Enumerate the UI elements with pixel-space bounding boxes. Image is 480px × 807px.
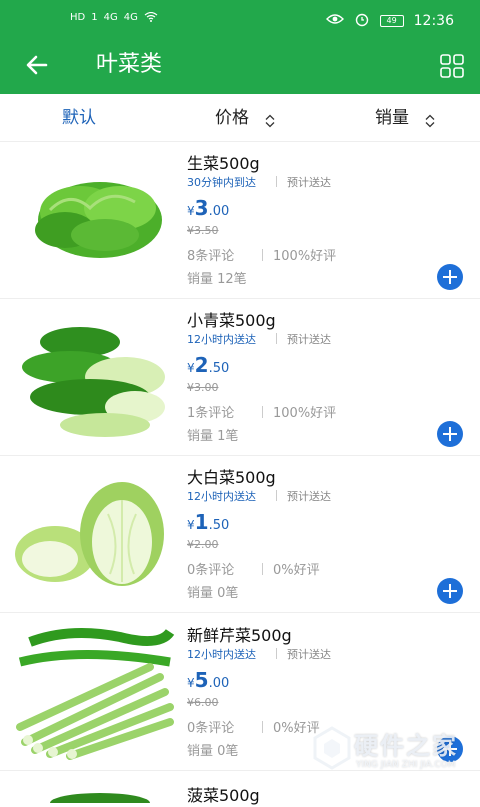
review-count: 0条评论 — [187, 563, 235, 578]
product-price: ¥5.00 — [187, 668, 229, 692]
delivery-note: 预计送达 — [276, 174, 331, 190]
watermark-text: 硬件之家 — [354, 732, 458, 760]
sort-arrows-icon — [264, 111, 276, 128]
price-symbol: ¥ — [187, 676, 195, 690]
status-right: 49 12:36 — [325, 11, 454, 31]
delivery-time: 12小时内送达 — [187, 648, 256, 661]
price-symbol: ¥ — [187, 518, 195, 532]
alarm-icon — [354, 11, 370, 31]
product-image-celery — [10, 622, 175, 762]
price-symbol: ¥ — [187, 361, 195, 375]
sort-tab-price[interactable]: 价格 — [215, 106, 276, 130]
price-decimal: .50 — [208, 518, 230, 533]
product-price: ¥2.50 — [187, 353, 229, 377]
hd-indicator: HD — [70, 12, 86, 23]
original-price: ¥3.50 — [187, 224, 219, 237]
add-to-cart-button[interactable] — [437, 421, 463, 447]
delivery-note: 预计送达 — [276, 488, 331, 504]
watermark: 硬件之家 YING JIAN ZHI JIA.COM — [308, 720, 478, 794]
delivery-time: 12小时内送达 — [187, 490, 256, 503]
delivery-time: 12小时内送达 — [187, 333, 256, 346]
original-price: ¥6.00 — [187, 696, 219, 709]
product-name: 菠菜500g — [187, 786, 260, 805]
watermark-subtext: YING JIAN ZHI JIA.COM — [356, 760, 456, 770]
product-item[interactable]: 大白菜500g 12小时内送达 预计送达 ¥1.50 ¥2.00 0条评论 0%… — [0, 456, 480, 613]
sort-tab-label: 默认 — [62, 108, 96, 128]
page-title: 叶菜类 — [96, 52, 163, 77]
product-image-bok-choy — [10, 307, 175, 447]
watermark-logo-icon — [313, 726, 351, 770]
product-item[interactable]: 小青菜500g 12小时内送达 预计送达 ¥2.50 ¥3.00 1条评论 10… — [0, 299, 480, 456]
sort-tab-label: 价格 — [215, 108, 249, 128]
sort-arrows-icon — [424, 111, 436, 128]
network-4g-indicator: 4G — [123, 12, 138, 23]
grid-icon[interactable] — [440, 54, 464, 78]
price-decimal: .00 — [208, 676, 230, 691]
product-image-spinach — [40, 788, 160, 807]
sort-bar: 默认 价格 销量 — [0, 94, 480, 142]
product-name: 小青菜500g — [187, 311, 276, 330]
original-price: ¥3.00 — [187, 381, 219, 394]
clock: 12:36 — [413, 13, 454, 29]
sales-count: 销量 0笔 — [187, 744, 239, 759]
review-count: 1条评论 — [187, 406, 235, 421]
product-price: ¥1.50 — [187, 510, 229, 534]
sales-count: 销量 1笔 — [187, 429, 239, 444]
original-price: ¥2.00 — [187, 538, 219, 551]
price-integer: 5 — [194, 668, 209, 692]
product-price: ¥3.00 — [187, 196, 229, 220]
sort-tab-label: 销量 — [375, 108, 409, 128]
price-decimal: .50 — [208, 361, 230, 376]
battery-indicator: 49 — [379, 15, 404, 27]
status-bar: HD 1 4G 4G 49 12:36 — [0, 0, 480, 40]
signal-indicators: HD 1 4G 4G — [70, 11, 158, 25]
back-arrow-icon[interactable] — [22, 50, 52, 80]
positive-rate: 100%好评 — [262, 402, 336, 421]
review-count: 0条评论 — [187, 721, 235, 736]
product-name: 新鲜芹菜500g — [187, 626, 292, 645]
price-integer: 2 — [194, 353, 209, 377]
sales-count: 销量 12笔 — [187, 272, 247, 287]
product-name: 生菜500g — [187, 154, 260, 173]
add-to-cart-button[interactable] — [437, 264, 463, 290]
product-name: 大白菜500g — [187, 468, 276, 487]
product-item[interactable]: 生菜500g 30分钟内到达 预计送达 ¥3.00 ¥3.50 8条评论 100… — [0, 142, 480, 299]
sim-indicator: 1 — [91, 12, 98, 23]
delivery-note: 预计送达 — [276, 331, 331, 347]
price-symbol: ¥ — [187, 204, 195, 218]
network-4g-indicator: 4G — [103, 12, 118, 23]
delivery-time: 30分钟内到达 — [187, 176, 256, 189]
price-integer: 3 — [194, 196, 209, 220]
positive-rate: 0%好评 — [262, 559, 320, 578]
sales-count: 销量 0笔 — [187, 586, 239, 601]
wifi-icon — [144, 11, 158, 25]
review-count: 8条评论 — [187, 249, 235, 264]
sort-tab-sales[interactable]: 销量 — [375, 106, 436, 130]
app-bar: 叶菜类 — [0, 40, 480, 94]
price-integer: 1 — [194, 510, 209, 534]
product-image-napa-cabbage — [10, 464, 175, 604]
product-image-lettuce — [10, 150, 175, 290]
delivery-note: 预计送达 — [276, 646, 331, 662]
sort-tab-default[interactable]: 默认 — [62, 106, 96, 130]
add-to-cart-button[interactable] — [437, 578, 463, 604]
eye-icon — [325, 13, 344, 29]
positive-rate: 100%好评 — [262, 245, 336, 264]
price-decimal: .00 — [208, 204, 230, 219]
